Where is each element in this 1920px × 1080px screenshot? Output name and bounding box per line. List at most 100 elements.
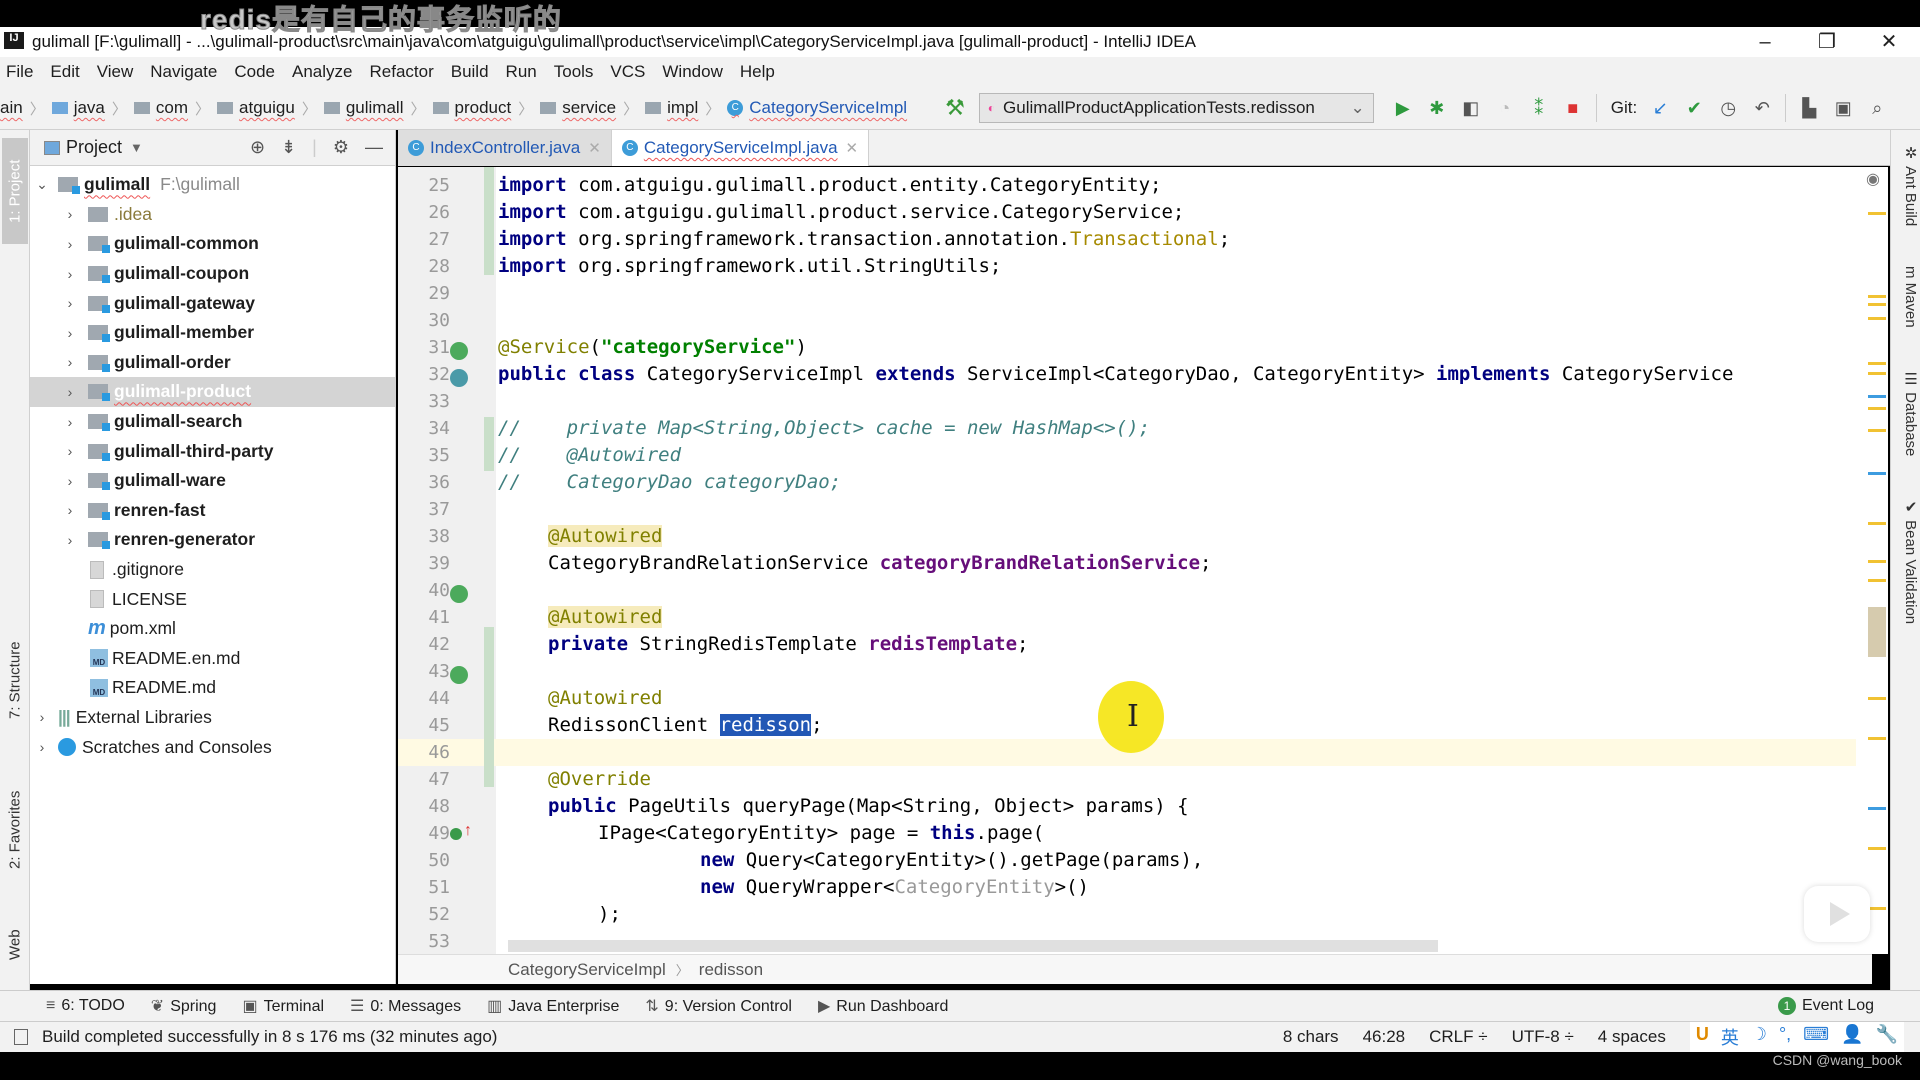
- tab-index-controller[interactable]: C IndexController.java ✕: [398, 130, 612, 166]
- rollback-icon[interactable]: ↶: [1745, 98, 1779, 119]
- tool-terminal[interactable]: ▣ Terminal: [242, 996, 324, 1016]
- marker[interactable]: [1868, 560, 1886, 563]
- selected-text[interactable]: redisson: [719, 714, 812, 736]
- marker[interactable]: [1868, 407, 1886, 410]
- chevron-right-icon[interactable]: ›: [62, 532, 78, 548]
- tab-structure-toolwindow[interactable]: 7: Structure: [2, 625, 28, 735]
- project-structure-icon[interactable]: ▙: [1792, 98, 1826, 119]
- marker[interactable]: [1868, 317, 1886, 320]
- scroll-thumb[interactable]: [1868, 607, 1886, 657]
- caret-position[interactable]: 46:28: [1363, 1027, 1406, 1047]
- menu-code[interactable]: Code: [234, 62, 275, 82]
- run-icon[interactable]: ▶: [1386, 98, 1420, 119]
- marker[interactable]: [1868, 472, 1886, 475]
- chevron-right-icon[interactable]: ›: [62, 443, 78, 459]
- marker[interactable]: [1868, 522, 1886, 525]
- encoding-select[interactable]: UTF-8 ÷: [1512, 1027, 1574, 1047]
- debug-icon[interactable]: ✱: [1420, 98, 1454, 119]
- chevron-right-icon[interactable]: ›: [62, 266, 78, 282]
- tool-java-enterprise[interactable]: ▥ Java Enterprise: [487, 996, 619, 1016]
- marker[interactable]: [1868, 429, 1886, 432]
- chevron-right-icon[interactable]: ›: [62, 236, 78, 252]
- implements-gutter-icon[interactable]: [450, 369, 468, 387]
- breadcrumb-service[interactable]: service: [540, 98, 616, 118]
- spring-bean-icon[interactable]: [450, 342, 468, 360]
- tree-item-module[interactable]: › gulimall-common: [30, 229, 395, 259]
- marker[interactable]: [1868, 303, 1886, 306]
- history-icon[interactable]: ◷: [1711, 98, 1745, 119]
- minimize-button[interactable]: –: [1734, 27, 1796, 57]
- error-stripe[interactable]: ◉: [1856, 167, 1888, 954]
- tree-item-module[interactable]: › gulimall-gateway: [30, 288, 395, 318]
- close-tab-icon[interactable]: ✕: [846, 139, 859, 157]
- menu-edit[interactable]: Edit: [50, 62, 79, 82]
- chevron-right-icon[interactable]: ›: [62, 473, 78, 489]
- ime-punctuation-icon[interactable]: °,: [1779, 1024, 1791, 1050]
- marker[interactable]: [1868, 372, 1886, 375]
- project-view-select[interactable]: Project: [66, 137, 122, 158]
- toggle-tool-windows-icon[interactable]: [14, 1029, 28, 1045]
- event-log-button[interactable]: 1 Event Log: [1777, 997, 1874, 1015]
- tool-version-control[interactable]: ⇅ 9: Version Control: [645, 996, 792, 1016]
- git-commit-icon[interactable]: ✔: [1677, 98, 1711, 119]
- ime-keyboard-icon[interactable]: ⌨: [1803, 1024, 1829, 1050]
- tree-root[interactable]: ⌄ gulimall F:\gulimall: [30, 170, 395, 200]
- menu-window[interactable]: Window: [662, 62, 722, 82]
- line-separator-select[interactable]: CRLF ÷: [1429, 1027, 1487, 1047]
- tab-maven[interactable]: m Maven: [1895, 266, 1919, 328]
- ime-logo-icon[interactable]: U: [1696, 1024, 1709, 1050]
- tree-item-module[interactable]: › renren-generator: [30, 525, 395, 555]
- menu-refactor[interactable]: Refactor: [369, 62, 433, 82]
- menu-navigate[interactable]: Navigate: [150, 62, 217, 82]
- tree-item-module[interactable]: › gulimall-search: [30, 407, 395, 437]
- tab-database[interactable]: ☰ Database: [1895, 370, 1919, 456]
- tool-todo[interactable]: ≡ 6: TODO: [46, 997, 125, 1015]
- chevron-right-icon[interactable]: ›: [62, 206, 78, 222]
- profile-icon[interactable]: ◔: [1488, 98, 1522, 119]
- tree-item-module-selected[interactable]: › gulimall-product: [30, 377, 395, 407]
- chevron-right-icon[interactable]: ›: [62, 384, 78, 400]
- run-configuration-select[interactable]: ◐ GulimallProductApplicationTests.rediss…: [978, 93, 1374, 123]
- marker[interactable]: [1868, 295, 1886, 298]
- chevron-right-icon[interactable]: ›: [62, 325, 78, 341]
- tree-item-module[interactable]: › gulimall-third-party: [30, 436, 395, 466]
- ime-user-icon[interactable]: 👤: [1841, 1024, 1863, 1050]
- chevron-right-icon[interactable]: ›: [34, 739, 50, 755]
- tree-item-module[interactable]: › gulimall-order: [30, 348, 395, 378]
- vcs-change-marker[interactable]: [484, 627, 494, 787]
- marker[interactable]: [1868, 362, 1886, 365]
- close-button[interactable]: ✕: [1858, 27, 1920, 57]
- tab-web-toolwindow[interactable]: Web: [2, 910, 28, 980]
- code-editor[interactable]: 25 26 27 28 29 30 31 32 33 34 35 36 37 3…: [398, 167, 1872, 954]
- menu-view[interactable]: View: [97, 62, 134, 82]
- marker[interactable]: [1868, 737, 1886, 740]
- tree-item-file[interactable]: MD README.md: [30, 673, 395, 703]
- chevron-down-icon[interactable]: ⌄: [34, 176, 50, 193]
- marker[interactable]: [1868, 579, 1886, 582]
- eye-icon[interactable]: ◉: [1866, 169, 1880, 189]
- hide-icon[interactable]: —: [365, 137, 383, 158]
- tree-item-external-libraries[interactable]: › ||| External Libraries: [30, 703, 395, 733]
- locate-icon[interactable]: ⊕: [250, 137, 265, 158]
- gear-icon[interactable]: ⚙: [333, 137, 349, 158]
- chevron-right-icon[interactable]: ›: [62, 502, 78, 518]
- status-message[interactable]: Build completed successfully in 8 s 176 …: [14, 1027, 497, 1047]
- menu-build[interactable]: Build: [451, 62, 489, 82]
- terminal-icon[interactable]: ▣: [1826, 98, 1860, 119]
- breadcrumb-field[interactable]: redisson: [699, 960, 763, 980]
- marker[interactable]: [1868, 847, 1886, 850]
- breadcrumb-impl[interactable]: impl: [645, 98, 698, 118]
- build-hammer-icon[interactable]: ⚒: [945, 95, 965, 121]
- vcs-change-marker[interactable]: [484, 417, 494, 471]
- tree-item-file[interactable]: LICENSE: [30, 584, 395, 614]
- ime-settings-icon[interactable]: 🔧: [1876, 1024, 1898, 1050]
- chevron-right-icon[interactable]: ›: [34, 709, 50, 725]
- chevron-down-icon[interactable]: ▼: [130, 140, 143, 155]
- git-update-icon[interactable]: ↙: [1643, 98, 1677, 119]
- overrides-arrow-icon[interactable]: ↑: [464, 822, 472, 840]
- vcs-change-marker[interactable]: [484, 167, 494, 275]
- video-player-icon[interactable]: [1804, 886, 1870, 942]
- menu-file[interactable]: File: [6, 62, 33, 82]
- tree-item-module[interactable]: › gulimall-coupon: [30, 259, 395, 289]
- tree-item-module[interactable]: › gulimall-member: [30, 318, 395, 348]
